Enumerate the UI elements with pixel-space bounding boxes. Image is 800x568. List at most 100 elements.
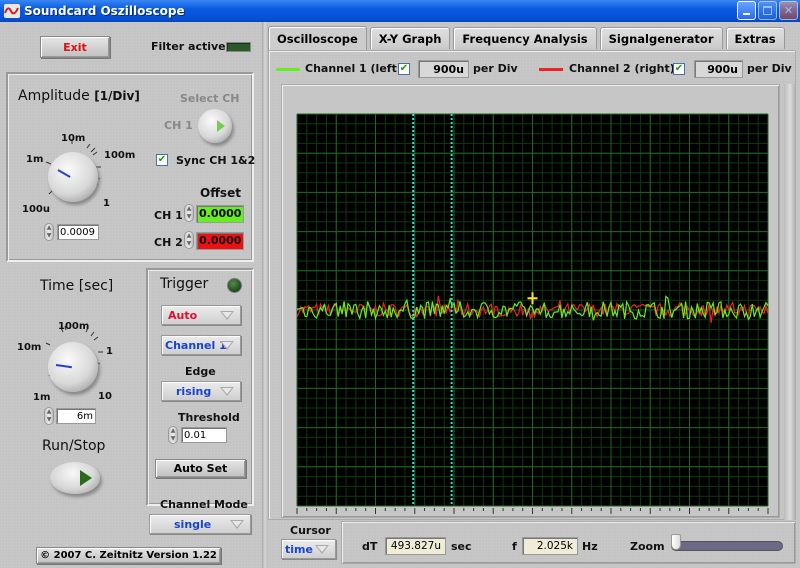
amp-tick-1m: 1m: [26, 154, 44, 165]
ch1-label: Channel 1 (left): [305, 62, 402, 75]
trigger-source-dropdown[interactable]: Channel 1: [161, 335, 241, 355]
time-spinner[interactable]: ▲ ▼: [44, 407, 54, 425]
time-title: Time [sec]: [40, 278, 114, 294]
select-ch-toggle[interactable]: [198, 109, 232, 143]
main-area: Exit Filter active Amplitude [1/Div] 10m…: [0, 22, 800, 568]
amplitude-knob[interactable]: [48, 152, 98, 202]
copyright-label: © 2007 C. Zeitnitz Version 1.22: [36, 547, 221, 564]
amplitude-unit: [1/Div]: [94, 89, 140, 103]
run-stop-label: Run/Stop: [42, 438, 106, 454]
chevron-down-icon: [220, 311, 234, 320]
amp-tick-100u: 100u: [22, 204, 50, 215]
amplitude-value-field[interactable]: 0.0009: [57, 224, 99, 240]
play-icon: [217, 120, 225, 132]
tab-frequency-analysis[interactable]: Frequency Analysis: [453, 27, 597, 49]
tab-signalgenerator[interactable]: Signalgenerator: [599, 27, 723, 49]
offset-ch2-field[interactable]: 0.0000: [196, 232, 244, 250]
time-tick-10: 10: [98, 391, 112, 402]
trigger-mode-value: Auto: [168, 308, 198, 322]
ch2-checkbox[interactable]: ✔: [673, 63, 685, 75]
time-tick-1: 1: [106, 346, 113, 357]
close-button[interactable]: ✕: [779, 1, 798, 20]
channel-mode-dropdown[interactable]: single: [149, 514, 251, 534]
offset-title: Offset: [200, 186, 241, 200]
cursor-mode-dropdown[interactable]: time: [281, 539, 336, 559]
edge-value: rising: [176, 384, 212, 398]
time-value-field[interactable]: 6m: [56, 408, 96, 424]
threshold-spinner[interactable]: ▲ ▼: [168, 426, 178, 444]
edge-dropdown[interactable]: rising: [161, 381, 241, 401]
chevron-down-icon: [230, 520, 244, 529]
edge-label: Edge: [185, 365, 216, 378]
auto-set-button[interactable]: Auto Set: [155, 459, 246, 478]
dt-value-field: 493.827u: [385, 537, 446, 555]
close-icon: ✕: [783, 4, 794, 17]
offset-ch1-field[interactable]: 0.0000: [196, 205, 244, 223]
offset-ch2-spinner[interactable]: ▲ ▼: [184, 231, 194, 249]
f-value-field: 2.025k: [522, 537, 578, 555]
zoom-slider-track[interactable]: [671, 541, 783, 551]
ch2-label: Channel 2 (right): [569, 62, 675, 75]
select-ch-label: Select CH: [180, 92, 240, 105]
app-icon: [4, 4, 20, 18]
dt-unit: sec: [451, 540, 472, 553]
trigger-source-value: Channel 1: [165, 338, 227, 352]
title-bar: Soundcard Oszilloscope ✕: [0, 0, 800, 22]
tab-xy-graph[interactable]: X-Y Graph: [369, 27, 451, 49]
offset-ch1-spinner[interactable]: ▲ ▼: [184, 204, 194, 222]
exit-button[interactable]: Exit: [40, 36, 110, 58]
trigger-led: [227, 278, 242, 293]
minimize-button[interactable]: [737, 1, 756, 20]
trigger-mode-dropdown[interactable]: Auto: [161, 305, 241, 325]
ch1-legend-line: [276, 68, 300, 71]
amp-tick-10m: 10m: [61, 133, 86, 144]
minimize-icon: [743, 12, 750, 15]
tab-extras[interactable]: Extras: [725, 27, 785, 49]
amplitude-title: Amplitude [1/Div]: [18, 88, 140, 104]
ch2-per-div-field[interactable]: 900u: [694, 60, 743, 78]
maximize-button[interactable]: [758, 1, 777, 20]
sync-ch-label: Sync CH 1&2: [176, 154, 256, 167]
channel-mode-value: single: [174, 517, 212, 531]
time-tick-100m: 100m: [58, 321, 90, 332]
ch2-legend-line: [539, 68, 563, 71]
channel-mode-label: Channel Mode: [160, 498, 248, 511]
amplitude-title-text: Amplitude: [18, 88, 90, 104]
zoom-label: Zoom: [630, 540, 665, 553]
time-knob-pointer: [55, 364, 72, 369]
tab-oscilloscope[interactable]: Oscilloscope: [268, 26, 367, 50]
filter-active-label: Filter active: [151, 40, 226, 53]
ch1-checkbox[interactable]: ✔: [398, 63, 410, 75]
chevron-down-icon: [220, 387, 234, 396]
time-tick-1m: 1m: [33, 392, 51, 403]
amp-tick-1: 1: [103, 198, 110, 209]
oscilloscope-chart[interactable]: 0500u1m1.5m2m2.5m3m3.5m4m4.5m5m5.5m6m Ti…: [281, 84, 780, 518]
offset-ch2-label: CH 2: [154, 236, 183, 249]
ch1-per-div-field[interactable]: 900u: [418, 60, 469, 78]
run-stop-button[interactable]: [50, 462, 100, 494]
trigger-title: Trigger: [160, 276, 209, 292]
ch1-per-div-label: per Div: [473, 62, 518, 75]
window-title: Soundcard Oszilloscope: [24, 4, 185, 18]
f-label: f: [512, 540, 517, 553]
time-tick-10m: 10m: [17, 342, 42, 353]
ch2-per-div-label: per Div: [747, 62, 792, 75]
cursor-label: Cursor: [290, 524, 331, 537]
run-icon: [80, 470, 92, 486]
vertical-scrollbar[interactable]: [784, 84, 796, 520]
time-knob[interactable]: [48, 342, 98, 392]
zoom-slider-thumb[interactable]: [671, 534, 681, 550]
sync-ch-checkbox[interactable]: ✔: [156, 154, 168, 166]
threshold-field[interactable]: 0.01: [181, 427, 227, 443]
filter-led: [226, 42, 251, 52]
maximize-icon: [763, 6, 772, 15]
amplitude-knob-pointer: [57, 169, 71, 178]
amplitude-spinner[interactable]: ▲ ▼: [44, 223, 54, 241]
control-panel: Exit Filter active Amplitude [1/Div] 10m…: [0, 22, 262, 568]
amp-tick-100m: 100m: [104, 150, 136, 161]
tab-bar: Oscilloscope X-Y Graph Frequency Analysi…: [268, 26, 788, 50]
cursor-mode-value: time: [285, 542, 313, 556]
offset-ch1-label: CH 1: [154, 209, 183, 222]
dt-label: dT: [362, 540, 378, 553]
chevron-down-icon: [220, 341, 234, 350]
